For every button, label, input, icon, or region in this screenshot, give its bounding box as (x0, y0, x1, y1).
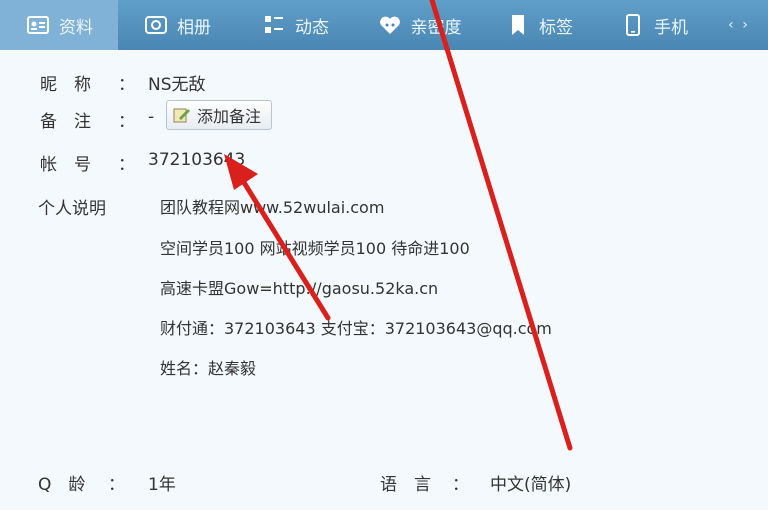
bio-line: 姓名：赵秦毅 (160, 359, 257, 378)
tab-scroll-arrows[interactable]: ‹ › (714, 0, 764, 50)
language-colon: ： (452, 475, 469, 495)
bio-line: 财付通：372103643 支付宝：372103643@qq.com (160, 319, 552, 338)
account-value: 372103643 (148, 150, 246, 170)
remark-value: - (148, 107, 155, 127)
account-colon: ： (118, 155, 135, 175)
nickname-colon: ： (118, 75, 135, 95)
language-label: 语 言 (380, 475, 431, 495)
add-remark-label: 添加备注 (197, 107, 262, 126)
nickname-value: NS无敌 (148, 75, 206, 95)
tab-phone[interactable]: 手机 (594, 0, 714, 50)
tab-album[interactable]: 相册 (118, 0, 236, 50)
nickname-label: 昵 称 (40, 75, 91, 95)
tab-intimacy[interactable]: 亲密度 (354, 0, 484, 50)
profile-card-icon (25, 12, 51, 38)
language-value: 中文(简体) (490, 475, 572, 495)
remark-label: 备 注 (40, 112, 91, 132)
phone-icon (620, 12, 646, 38)
intimacy-icon (377, 12, 403, 38)
tab-label: 动态 (295, 17, 329, 38)
photo-album-icon (143, 12, 169, 38)
tab-label: 相册 (177, 17, 211, 38)
bio-label: 个人说明 (38, 199, 106, 219)
profile-tab-bar: 资料 相册 动态 亲密度 标签 手机 ‹ › (0, 0, 768, 50)
bookmark-icon (505, 12, 531, 38)
bio-line: 团队教程网www.52wulai.com (160, 198, 385, 217)
tab-label: 资料 (59, 17, 93, 38)
account-label: 帐 号 (40, 155, 91, 175)
tab-tags[interactable]: 标签 (484, 0, 594, 50)
bio-line: 高速卡盟Gow=http://gaosu.52ka.cn (160, 279, 439, 298)
tab-label: 标签 (539, 17, 573, 38)
tab-feed[interactable]: 动态 (236, 0, 354, 50)
edit-note-icon (173, 106, 191, 124)
qage-value: 1年 (148, 475, 176, 495)
remark-colon: ： (118, 112, 135, 132)
feed-icon (261, 12, 287, 38)
add-remark-button[interactable]: 添加备注 (166, 100, 273, 130)
qage-colon: ： (108, 475, 125, 495)
bio-line: 空间学员100 网站视频学员100 待命进100 (160, 239, 470, 258)
tab-label: 亲密度 (410, 17, 462, 38)
tab-label: 手机 (654, 17, 688, 38)
qage-label: Q 龄 (38, 475, 86, 495)
tab-profile[interactable]: 资料 (0, 0, 118, 50)
